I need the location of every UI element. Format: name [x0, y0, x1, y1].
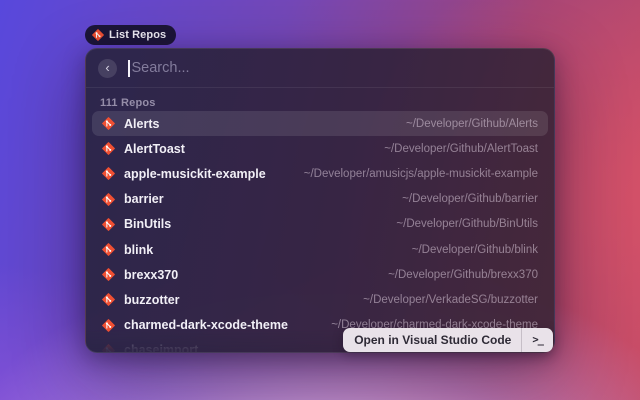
search-bar: ‹ Search...	[86, 49, 554, 87]
repo-path: ~/Developer/Github/Alerts	[406, 118, 538, 130]
repo-name: barrier	[124, 192, 164, 206]
repo-row[interactable]: Alerts ~/Developer/Github/Alerts	[92, 111, 548, 136]
terminal-icon: >_	[522, 334, 553, 346]
open-in-vscode-tooltip[interactable]: Open in Visual Studio Code >_	[343, 328, 553, 352]
repo-name: Alerts	[124, 117, 159, 131]
command-pill[interactable]: List Repos	[85, 25, 176, 45]
repo-path: ~/Developer/Github/barrier	[402, 193, 538, 205]
section-header: 111 Repos	[100, 97, 156, 109]
repo-row[interactable]: AlertToast ~/Developer/Github/AlertToast	[92, 136, 548, 161]
repo-name: AlertToast	[124, 142, 185, 156]
chevron-left-icon: ‹	[105, 61, 109, 74]
repo-name: blink	[124, 243, 153, 257]
git-icon	[102, 167, 115, 180]
repo-path: ~/Developer/VerkadeSG/buzzotter	[363, 294, 538, 306]
repo-list: Alerts ~/Developer/Github/Alerts AlertTo…	[86, 111, 554, 352]
git-icon	[102, 293, 115, 306]
repo-name: apple-musickit-example	[124, 167, 266, 181]
git-icon	[102, 344, 115, 352]
git-icon	[102, 218, 115, 231]
git-icon	[102, 268, 115, 281]
repo-path: ~/Developer/Github/blink	[412, 244, 538, 256]
tooltip-label: Open in Visual Studio Code	[354, 333, 521, 347]
repo-row[interactable]: apple-musickit-example ~/Developer/amusi…	[92, 161, 548, 186]
repo-path: ~/Developer/Github/brexx370	[388, 269, 538, 281]
repo-name: charmed-dark-xcode-theme	[124, 318, 288, 332]
repo-row[interactable]: buzzotter ~/Developer/VerkadeSG/buzzotte…	[92, 287, 548, 312]
git-icon	[102, 319, 115, 332]
back-button[interactable]: ‹	[98, 59, 117, 78]
divider	[86, 87, 554, 88]
git-icon	[102, 142, 115, 155]
repo-name: brexx370	[124, 268, 178, 282]
git-icon	[92, 29, 104, 41]
repo-row[interactable]: brexx370 ~/Developer/Github/brexx370	[92, 262, 548, 287]
repo-name: BinUtils	[124, 217, 171, 231]
git-icon	[102, 193, 115, 206]
text-caret	[128, 60, 130, 77]
git-icon	[102, 117, 115, 130]
launcher-window: ‹ Search... 111 Repos Alerts ~/Developer…	[85, 48, 555, 353]
repo-row[interactable]: blink ~/Developer/Github/blink	[92, 237, 548, 262]
repo-row[interactable]: barrier ~/Developer/Github/barrier	[92, 187, 548, 212]
command-pill-label: List Repos	[109, 29, 166, 41]
repo-name: chaseimport	[124, 343, 198, 352]
git-icon	[102, 243, 115, 256]
repo-path: ~/Developer/Github/AlertToast	[384, 143, 538, 155]
search-input[interactable]: Search...	[132, 60, 190, 76]
repo-path: ~/Developer/amusicjs/apple-musickit-exam…	[304, 168, 538, 180]
repo-path: ~/Developer/Github/BinUtils	[396, 218, 538, 230]
repo-row[interactable]: BinUtils ~/Developer/Github/BinUtils	[92, 212, 548, 237]
repo-name: buzzotter	[124, 293, 180, 307]
